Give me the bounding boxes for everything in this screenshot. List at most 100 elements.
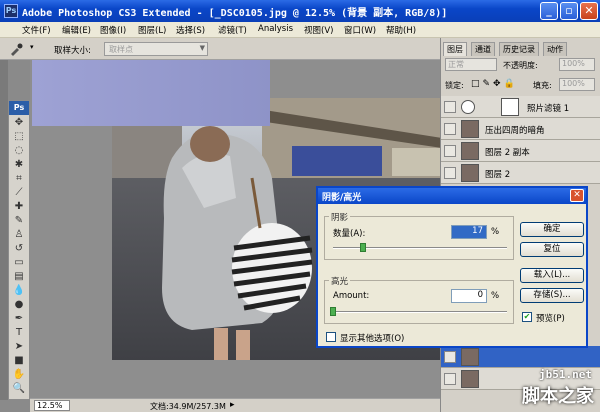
visibility-toggle[interactable]	[444, 145, 456, 157]
magic-wand-icon[interactable]: ✱	[12, 159, 26, 171]
blur-tool-icon[interactable]: 💧	[12, 285, 26, 297]
highlight-amount-input[interactable]: 0	[451, 289, 487, 303]
opacity-label: 不透明度:	[503, 61, 538, 70]
marquee-tool-icon[interactable]: ⬚	[12, 131, 26, 143]
restore-button[interactable]: ▫	[560, 2, 578, 20]
highlight-amount-slider[interactable]	[333, 311, 507, 313]
shadow-amount-input[interactable]: 17	[451, 225, 487, 239]
options-bar: ▾ 取样大小: 取样点 ▼	[0, 38, 440, 60]
toolbox-logo: Ps	[9, 101, 29, 115]
show-more-options-checkbox[interactable]	[326, 332, 336, 342]
zoom-level-field[interactable]: 12.5%	[34, 400, 70, 411]
tab-history[interactable]: 历史记录	[499, 42, 539, 56]
shadows-group-title: 阴影	[329, 211, 351, 223]
toolbox: Ps ✥ ⬚ ◌ ✱ ⌗ ⟋ ✚ ✎ ♙ ↺ ▭ ▤ 💧 ● ✒ T ➤ ■ ✋…	[8, 100, 30, 400]
reset-button[interactable]: 复位	[520, 242, 584, 257]
tab-layers[interactable]: 图层	[443, 42, 467, 56]
zoom-tool-icon[interactable]: 🔍	[12, 383, 26, 395]
document-size: 文档:34.9M/257.3M	[150, 402, 226, 411]
chevron-down-icon: ▼	[199, 44, 205, 52]
menu-window[interactable]: 窗口(W)	[344, 24, 376, 36]
menu-view[interactable]: 视图(V)	[304, 24, 333, 36]
menu-select[interactable]: 选择(S)	[176, 24, 205, 36]
layer-row[interactable]: 照片滤镜 1	[441, 96, 600, 118]
lasso-tool-icon[interactable]: ◌	[12, 145, 26, 157]
gradient-tool-icon[interactable]: ▤	[12, 271, 26, 283]
menu-filter[interactable]: 滤镜(T)	[218, 24, 247, 36]
left-edge-strip	[0, 60, 8, 400]
preview-label: 预览(P)	[536, 314, 565, 324]
dodge-tool-icon[interactable]: ●	[12, 299, 26, 311]
menu-file[interactable]: 文件(F)	[22, 24, 51, 36]
path-selection-icon[interactable]: ➤	[12, 341, 26, 353]
layer-thumbnail	[461, 370, 479, 388]
photoshop-app-icon: Ps	[4, 4, 18, 18]
lock-label: 锁定:	[445, 81, 464, 90]
healing-brush-icon[interactable]: ✚	[12, 201, 26, 213]
layer-row[interactable]: 压出四周的暗角	[441, 118, 600, 140]
hand-tool-icon[interactable]: ✋	[12, 369, 26, 381]
preview-checkbox[interactable]: ✔	[522, 312, 532, 322]
photoshop-window: Ps Adobe Photoshop CS3 Extended - [_DSC0…	[0, 0, 600, 412]
eye-icon[interactable]	[444, 351, 456, 363]
layer-thumbnail	[461, 164, 479, 182]
blend-row: 正常 不透明度: 100%	[445, 58, 597, 72]
adjustment-icon	[461, 100, 475, 114]
watermark-site-name: 脚本之家	[522, 386, 594, 407]
tool-preset-arrow-icon[interactable]: ▾	[30, 43, 34, 51]
highlight-amount-label: Amount:	[333, 291, 370, 301]
layer-thumbnail	[461, 348, 479, 366]
layer-name: 图层 2	[485, 170, 511, 180]
save-button[interactable]: 存储(S)...	[520, 288, 584, 303]
visibility-toggle[interactable]	[444, 101, 456, 113]
title-bar: Ps Adobe Photoshop CS3 Extended - [_DSC0…	[0, 0, 600, 22]
fill-field[interactable]: 100%	[559, 78, 595, 91]
sample-size-select[interactable]: 取样点 ▼	[104, 42, 208, 56]
layer-row-selected[interactable]	[441, 346, 600, 368]
type-tool-icon[interactable]: T	[12, 327, 26, 339]
visibility-toggle[interactable]	[444, 123, 456, 135]
pen-tool-icon[interactable]: ✒	[12, 313, 26, 325]
highlight-slider-thumb[interactable]	[330, 307, 336, 316]
eyedropper-icon[interactable]	[8, 42, 24, 56]
highlights-group-title: 高光	[329, 275, 351, 287]
layer-thumbnail	[461, 142, 479, 160]
watermark-domain: jb51.net	[539, 368, 592, 381]
menu-image[interactable]: 图像(I)	[100, 24, 126, 36]
tab-channels[interactable]: 通道	[471, 42, 495, 56]
eraser-tool-icon[interactable]: ▭	[12, 257, 26, 269]
visibility-toggle[interactable]	[444, 167, 456, 179]
opacity-field[interactable]: 100%	[559, 58, 595, 71]
layer-mask-thumb	[501, 98, 519, 116]
clone-stamp-icon[interactable]: ♙	[12, 229, 26, 241]
status-menu-arrow-icon[interactable]: ▸	[230, 400, 235, 410]
brush-tool-icon[interactable]: ✎	[12, 215, 26, 227]
window-title: Adobe Photoshop CS3 Extended - [_DSC0105…	[22, 8, 448, 19]
dialog-close-icon[interactable]: ✕	[570, 189, 584, 202]
layer-name: 图层 2 副本	[485, 148, 530, 158]
close-button[interactable]: ✕	[580, 2, 598, 20]
crop-tool-icon[interactable]: ⌗	[12, 173, 26, 185]
history-brush-icon[interactable]: ↺	[12, 243, 26, 255]
shadow-percent: %	[491, 227, 500, 237]
menu-layer[interactable]: 图层(L)	[138, 24, 166, 36]
status-bar: 12.5% 文档:34.9M/257.3M ▸	[30, 398, 440, 412]
shape-tool-icon[interactable]: ■	[12, 355, 26, 367]
dialog-title: 阴影/高光	[318, 188, 586, 204]
layer-row[interactable]: 图层 2 副本	[441, 140, 600, 162]
blend-mode-select[interactable]: 正常	[445, 58, 497, 71]
layer-row[interactable]: 图层 2	[441, 162, 600, 184]
menu-edit[interactable]: 编辑(E)	[62, 24, 91, 36]
lock-icons[interactable]: □✎✥🔒	[471, 79, 518, 89]
obscured-region	[32, 60, 270, 126]
slice-tool-icon[interactable]: ⟋	[12, 187, 26, 199]
move-tool-icon[interactable]: ✥	[12, 117, 26, 129]
tab-actions[interactable]: 动作	[543, 42, 567, 56]
load-button[interactable]: 载入(L)...	[520, 268, 584, 283]
menu-help[interactable]: 帮助(H)	[386, 24, 416, 36]
minimize-button[interactable]: _	[540, 2, 558, 20]
eye-icon[interactable]	[444, 373, 456, 385]
menu-analysis[interactable]: Analysis	[258, 24, 293, 34]
shadow-slider-thumb[interactable]	[359, 243, 366, 252]
ok-button[interactable]: 确定	[520, 222, 584, 237]
